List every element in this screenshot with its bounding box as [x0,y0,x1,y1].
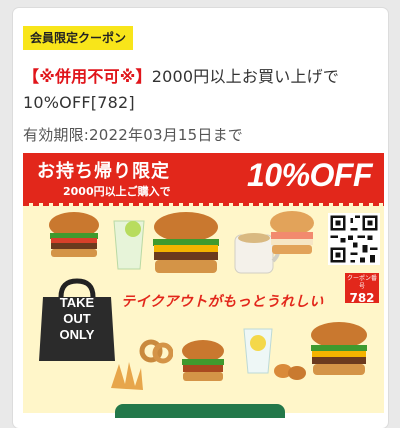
sandwich-icon [270,211,314,254]
use-coupon-button[interactable] [115,404,285,418]
coupon-card[interactable]: 会員限定クーポン 【※併用不可※】2000円以上お買い上げで10%OFF[782… [13,8,388,428]
banner-tagline: テイクアウトがもっとうれしい [121,294,324,310]
onion-ring-icon [139,339,173,364]
burger-icon [49,212,99,257]
promo-condition: 2000円以上ご購入で [63,185,171,198]
burger-icon [153,212,219,273]
burger-icon [182,340,224,381]
coupon-number-label: クーポン番号 [346,275,377,290]
member-only-badge: 会員限定クーポン [23,26,134,50]
coupon-banner-image: お持ち帰り限定 2000円以上ご購入で 10%OFF クーポン番号 782 TA… [23,153,384,413]
lemon-drink-icon [243,328,273,374]
nuggets-icon [274,364,306,380]
bag-text-line: ONLY [59,327,95,342]
banner-header: お持ち帰り限定 2000円以上ご購入で 10%OFF [23,153,384,203]
banner-divider [23,203,384,206]
qr-code-icon [328,213,380,265]
promo-headline: お持ち帰り限定 [37,161,170,182]
coupon-number-tag: クーポン番号 782 [345,273,379,305]
no-combine-warning: 【※併用不可※】 [23,67,152,86]
bag-text-line: OUT [63,311,91,326]
bag-text-line: TAKE [59,295,95,310]
expiry-date: 有効期限:2022年03月15日まで [23,126,244,144]
promo-discount: 10%OFF [246,157,373,193]
takeout-bag-label: TAKE OUT ONLY [37,275,117,363]
coupon-title: 【※併用不可※】2000円以上お買い上げで10%OFF[782] [23,64,383,116]
burger-icon [311,322,367,375]
drink-icon [113,220,145,270]
coupon-number: 782 [349,291,375,305]
